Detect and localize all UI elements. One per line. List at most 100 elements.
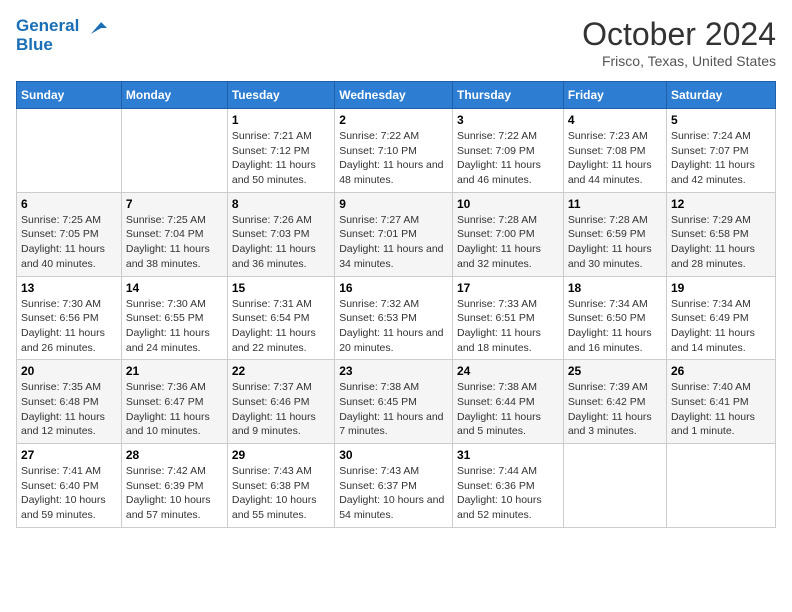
day-info: Sunrise: 7:22 AMSunset: 7:09 PMDaylight:… xyxy=(457,130,541,186)
calendar-cell xyxy=(666,444,775,528)
weekday-header-friday: Friday xyxy=(563,82,666,109)
weekday-header-tuesday: Tuesday xyxy=(227,82,334,109)
calendar-cell: 11 Sunrise: 7:28 AMSunset: 6:59 PMDayligh… xyxy=(563,192,666,276)
day-info: Sunrise: 7:41 AMSunset: 6:40 PMDaylight:… xyxy=(21,465,106,521)
day-number: 5 xyxy=(671,113,771,127)
day-info: Sunrise: 7:38 AMSunset: 6:44 PMDaylight:… xyxy=(457,381,541,437)
day-info: Sunrise: 7:33 AMSunset: 6:51 PMDaylight:… xyxy=(457,298,541,354)
calendar-cell: 30 Sunrise: 7:43 AMSunset: 6:37 PMDayligh… xyxy=(335,444,453,528)
calendar-cell: 3 Sunrise: 7:22 AMSunset: 7:09 PMDaylight… xyxy=(453,109,564,193)
calendar-cell: 25 Sunrise: 7:39 AMSunset: 6:42 PMDayligh… xyxy=(563,360,666,444)
day-info: Sunrise: 7:25 AMSunset: 7:05 PMDaylight:… xyxy=(21,214,105,270)
logo: General Blue xyxy=(16,16,107,54)
title-block: October 2024 Frisco, Texas, United State… xyxy=(582,16,776,69)
day-number: 7 xyxy=(126,197,223,211)
calendar-cell: 13 Sunrise: 7:30 AMSunset: 6:56 PMDayligh… xyxy=(17,276,122,360)
day-info: Sunrise: 7:42 AMSunset: 6:39 PMDaylight:… xyxy=(126,465,211,521)
day-info: Sunrise: 7:28 AMSunset: 6:59 PMDaylight:… xyxy=(568,214,652,270)
calendar-cell: 10 Sunrise: 7:28 AMSunset: 7:00 PMDayligh… xyxy=(453,192,564,276)
day-info: Sunrise: 7:36 AMSunset: 6:47 PMDaylight:… xyxy=(126,381,210,437)
day-number: 4 xyxy=(568,113,662,127)
day-info: Sunrise: 7:27 AMSunset: 7:01 PMDaylight:… xyxy=(339,214,443,270)
calendar-cell: 28Sunrise: 7:42 AMSunset: 6:39 PMDayligh… xyxy=(121,444,227,528)
day-info: Sunrise: 7:23 AMSunset: 7:08 PMDaylight:… xyxy=(568,130,652,186)
calendar-cell: 8 Sunrise: 7:26 AMSunset: 7:03 PMDaylight… xyxy=(227,192,334,276)
location-subtitle: Frisco, Texas, United States xyxy=(582,53,776,69)
calendar-cell: 15 Sunrise: 7:31 AMSunset: 6:54 PMDayligh… xyxy=(227,276,334,360)
day-number: 10 xyxy=(457,197,559,211)
calendar-cell: 22 Sunrise: 7:37 AMSunset: 6:46 PMDayligh… xyxy=(227,360,334,444)
day-number: 25 xyxy=(568,364,662,378)
day-number: 22 xyxy=(232,364,330,378)
month-title: October 2024 xyxy=(582,16,776,53)
day-number: 29 xyxy=(232,448,330,462)
calendar-cell: 21 Sunrise: 7:36 AMSunset: 6:47 PMDayligh… xyxy=(121,360,227,444)
day-info: Sunrise: 7:43 AMSunset: 6:38 PMDaylight:… xyxy=(232,465,317,521)
calendar-cell xyxy=(17,109,122,193)
weekday-header-saturday: Saturday xyxy=(666,82,775,109)
day-number: 24 xyxy=(457,364,559,378)
calendar-cell xyxy=(121,109,227,193)
day-number: 30 xyxy=(339,448,448,462)
day-number: 27 xyxy=(21,448,117,462)
day-number: 26 xyxy=(671,364,771,378)
day-number: 19 xyxy=(671,281,771,295)
day-number: 11 xyxy=(568,197,662,211)
day-info: Sunrise: 7:37 AMSunset: 6:46 PMDaylight:… xyxy=(232,381,316,437)
calendar-cell: 27 Sunrise: 7:41 AMSunset: 6:40 PMDayligh… xyxy=(17,444,122,528)
weekday-header-thursday: Thursday xyxy=(453,82,564,109)
calendar-cell xyxy=(563,444,666,528)
weekday-header-monday: Monday xyxy=(121,82,227,109)
day-info: Sunrise: 7:30 AMSunset: 6:56 PMDaylight:… xyxy=(21,298,105,354)
day-info: Sunrise: 7:34 AMSunset: 6:50 PMDaylight:… xyxy=(568,298,652,354)
day-info: Sunrise: 7:29 AMSunset: 6:58 PMDaylight:… xyxy=(671,214,755,270)
day-info: Sunrise: 7:25 AMSunset: 7:04 PMDaylight:… xyxy=(126,214,210,270)
day-info: Sunrise: 7:24 AMSunset: 7:07 PMDaylight:… xyxy=(671,130,755,186)
calendar-table: SundayMondayTuesdayWednesdayThursdayFrid… xyxy=(16,81,776,528)
day-number: 1 xyxy=(232,113,330,127)
day-number: 17 xyxy=(457,281,559,295)
day-number: 13 xyxy=(21,281,117,295)
day-info: Sunrise: 7:28 AMSunset: 7:00 PMDaylight:… xyxy=(457,214,541,270)
logo-text: General xyxy=(16,16,107,36)
day-info: Sunrise: 7:22 AMSunset: 7:10 PMDaylight:… xyxy=(339,130,443,186)
day-info: Sunrise: 7:44 AMSunset: 6:36 PMDaylight:… xyxy=(457,465,542,521)
day-number: 16 xyxy=(339,281,448,295)
day-number: 15 xyxy=(232,281,330,295)
page-header: General Blue October 2024 Frisco, Texas,… xyxy=(16,16,776,69)
day-info: Sunrise: 7:39 AMSunset: 6:42 PMDaylight:… xyxy=(568,381,652,437)
calendar-cell: 29 Sunrise: 7:43 AMSunset: 6:38 PMDayligh… xyxy=(227,444,334,528)
day-number: 3 xyxy=(457,113,559,127)
day-number: 8 xyxy=(232,197,330,211)
calendar-cell: 5 Sunrise: 7:24 AMSunset: 7:07 PMDaylight… xyxy=(666,109,775,193)
day-number: 23 xyxy=(339,364,448,378)
calendar-cell: 17 Sunrise: 7:33 AMSunset: 6:51 PMDayligh… xyxy=(453,276,564,360)
day-info: Sunrise: 7:40 AMSunset: 6:41 PMDaylight:… xyxy=(671,381,755,437)
calendar-cell: 4 Sunrise: 7:23 AMSunset: 7:08 PMDaylight… xyxy=(563,109,666,193)
day-info: Sunrise: 7:35 AMSunset: 6:48 PMDaylight:… xyxy=(21,381,105,437)
day-info: Sunrise: 7:38 AMSunset: 6:45 PMDaylight:… xyxy=(339,381,443,437)
day-info: Sunrise: 7:43 AMSunset: 6:37 PMDaylight:… xyxy=(339,465,444,521)
day-info: Sunrise: 7:31 AMSunset: 6:54 PMDaylight:… xyxy=(232,298,316,354)
day-number: 18 xyxy=(568,281,662,295)
day-info: Sunrise: 7:32 AMSunset: 6:53 PMDaylight:… xyxy=(339,298,443,354)
day-number: 6 xyxy=(21,197,117,211)
day-number: 20 xyxy=(21,364,117,378)
calendar-cell: 24 Sunrise: 7:38 AMSunset: 6:44 PMDayligh… xyxy=(453,360,564,444)
calendar-cell: 23 Sunrise: 7:38 AMSunset: 6:45 PMDayligh… xyxy=(335,360,453,444)
day-info: Sunrise: 7:21 AMSunset: 7:12 PMDaylight:… xyxy=(232,130,316,186)
day-number: 14 xyxy=(126,281,223,295)
day-number: 12 xyxy=(671,197,771,211)
calendar-cell: 6 Sunrise: 7:25 AMSunset: 7:05 PMDaylight… xyxy=(17,192,122,276)
day-number: 2 xyxy=(339,113,448,127)
day-info: Sunrise: 7:34 AMSunset: 6:49 PMDaylight:… xyxy=(671,298,755,354)
calendar-cell: 2 Sunrise: 7:22 AMSunset: 7:10 PMDaylight… xyxy=(335,109,453,193)
calendar-cell: 1 Sunrise: 7:21 AMSunset: 7:12 PMDaylight… xyxy=(227,109,334,193)
day-info: Sunrise: 7:26 AMSunset: 7:03 PMDaylight:… xyxy=(232,214,316,270)
calendar-cell: 20 Sunrise: 7:35 AMSunset: 6:48 PMDayligh… xyxy=(17,360,122,444)
day-number: 21 xyxy=(126,364,223,378)
calendar-cell: 31Sunrise: 7:44 AMSunset: 6:36 PMDayligh… xyxy=(453,444,564,528)
calendar-cell: 19 Sunrise: 7:34 AMSunset: 6:49 PMDayligh… xyxy=(666,276,775,360)
calendar-cell: 9 Sunrise: 7:27 AMSunset: 7:01 PMDaylight… xyxy=(335,192,453,276)
day-number: 9 xyxy=(339,197,448,211)
